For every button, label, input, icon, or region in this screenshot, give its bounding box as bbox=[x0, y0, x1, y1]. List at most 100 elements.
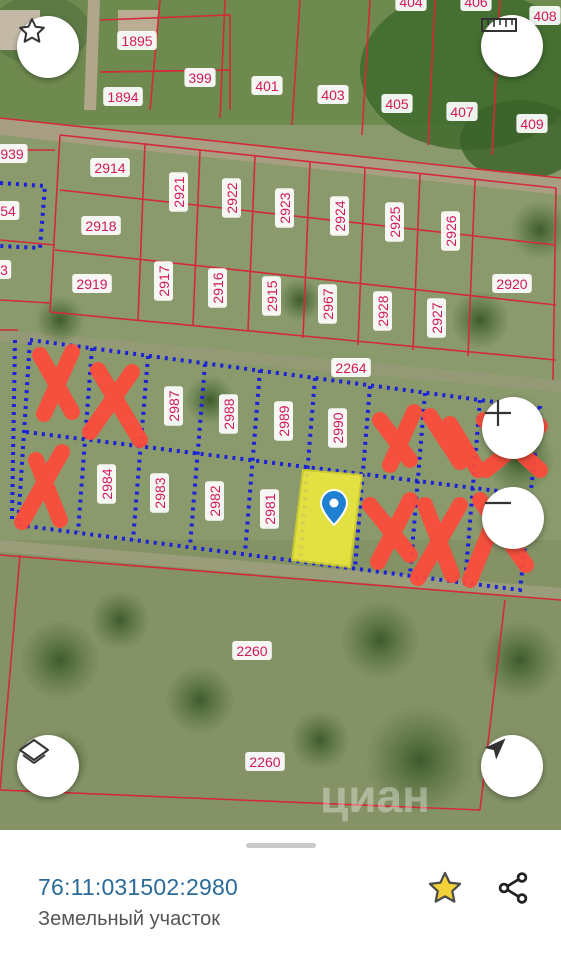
parcel-label: 2922 bbox=[222, 178, 241, 218]
parcel-number: 939 bbox=[0, 146, 24, 162]
share-icon bbox=[498, 872, 528, 904]
parcel-number: 2987 bbox=[166, 390, 182, 421]
parcel-number: 404 bbox=[399, 0, 423, 10]
parcel-label: 2926 bbox=[441, 211, 460, 251]
parcel-number: 2922 bbox=[224, 182, 240, 213]
parcel-number: 2914 bbox=[94, 160, 125, 176]
parcel-label: 407 bbox=[446, 102, 478, 121]
parcel-label: 2927 bbox=[427, 298, 446, 338]
parcel-number: 401 bbox=[255, 78, 279, 94]
parcel-label: 2983 bbox=[150, 473, 169, 513]
parcel-number: 2918 bbox=[85, 218, 116, 234]
parcel-label: 1895 bbox=[117, 31, 157, 50]
parcel-number: 2916 bbox=[210, 272, 226, 303]
parcel-number: 2984 bbox=[99, 468, 115, 499]
parcel-label: 2920 bbox=[492, 274, 532, 293]
zoom-out-button[interactable] bbox=[482, 487, 544, 549]
parcel-number: 2982 bbox=[207, 485, 223, 516]
parcel-number: 2919 bbox=[76, 276, 107, 292]
parcel-number: 2917 bbox=[156, 265, 172, 296]
parcel-label: 2925 bbox=[385, 202, 404, 242]
zoom-in-button[interactable] bbox=[482, 397, 544, 459]
parcel-label: 409 bbox=[516, 114, 548, 133]
favorite-map-button[interactable] bbox=[17, 16, 79, 78]
parcel-type: Земельный участок bbox=[38, 908, 221, 930]
parcel-number: 2260 bbox=[249, 754, 280, 770]
parcel-label: 405 bbox=[381, 94, 413, 113]
locate-button[interactable] bbox=[481, 735, 543, 797]
parcel-number: 2260 bbox=[236, 643, 267, 659]
favorite-button[interactable] bbox=[423, 866, 467, 910]
parcel-label: 2987 bbox=[164, 386, 183, 426]
parcel-label: 404 bbox=[395, 0, 427, 11]
parcel-label: 2923 bbox=[275, 188, 294, 228]
parcel-label: 2982 bbox=[205, 481, 224, 521]
parcel-label: 2260 bbox=[245, 752, 285, 771]
parcel-label: 408 bbox=[529, 6, 561, 25]
parcel-label: 939 bbox=[0, 144, 28, 163]
navigation-arrow-icon bbox=[484, 738, 506, 760]
selected-parcel-2980[interactable] bbox=[290, 468, 364, 569]
parcel-label: 3 bbox=[0, 260, 12, 279]
parcel-info-sheet[interactable]: 76:11:031502:2980 Земельный участок bbox=[0, 830, 561, 960]
parcel-number: 1894 bbox=[107, 89, 138, 105]
parcel-label: 2260 bbox=[232, 641, 272, 660]
layers-button[interactable] bbox=[17, 735, 79, 797]
parcel-number: 2990 bbox=[330, 412, 346, 443]
parcel-label: 406 bbox=[460, 0, 492, 11]
parcel-label: 2914 bbox=[90, 158, 130, 177]
layers-icon bbox=[19, 739, 49, 764]
cadastral-number: 76:11:031502:2980 bbox=[38, 874, 238, 900]
share-button[interactable] bbox=[491, 866, 535, 910]
ruler-button[interactable] bbox=[481, 15, 543, 77]
ruler-icon bbox=[481, 18, 517, 32]
parcel-number: 2927 bbox=[429, 302, 445, 333]
parcel-label: 2921 bbox=[169, 172, 188, 212]
parcel-label: 399 bbox=[184, 68, 216, 87]
parcel-number: 406 bbox=[464, 0, 488, 10]
parcel-number: 2923 bbox=[277, 192, 293, 223]
parcel-number: 409 bbox=[520, 116, 544, 132]
parcel-number: 2925 bbox=[387, 206, 403, 237]
parcel-label: 403 bbox=[317, 85, 349, 104]
parcel-number: 3 bbox=[0, 262, 8, 278]
parcel-label: 2924 bbox=[330, 196, 349, 236]
parcel-label: 2919 bbox=[72, 274, 112, 293]
parcel-number: 1895 bbox=[121, 33, 152, 49]
parcel-label: 2981 bbox=[260, 489, 279, 529]
parcel-label: 2928 bbox=[373, 291, 392, 331]
parcel-number: 2988 bbox=[221, 398, 237, 429]
parcel-number: 399 bbox=[188, 70, 212, 86]
parcel-number: 2921 bbox=[171, 176, 187, 207]
minus-icon bbox=[485, 501, 511, 505]
star-icon bbox=[428, 871, 462, 903]
parcel-number: 2981 bbox=[262, 493, 278, 524]
parcel-label: 2917 bbox=[154, 261, 173, 301]
parcel-number: 403 bbox=[321, 87, 345, 103]
parcel-number: 405 bbox=[385, 96, 409, 112]
parcel-number: 2264 bbox=[335, 360, 366, 376]
parcel-number: 2924 bbox=[332, 200, 348, 231]
map-view[interactable]: 1895 1894 399 401 403 405 407 409 408 406 404 939 29… bbox=[0, 0, 561, 830]
parcel-label: 2990 bbox=[328, 408, 347, 448]
parcel-label: 54 bbox=[0, 201, 20, 220]
parcel-label: 2988 bbox=[219, 394, 238, 434]
parcel-number: 2928 bbox=[375, 295, 391, 326]
star-outline-icon bbox=[19, 18, 45, 43]
parcel-label: 2918 bbox=[81, 216, 121, 235]
parcel-number: 407 bbox=[450, 104, 474, 120]
parcel-label: 2916 bbox=[208, 268, 227, 308]
parcel-label: 401 bbox=[251, 76, 283, 95]
parcel-label: 2967 bbox=[318, 284, 337, 324]
parcel-number: 2915 bbox=[264, 280, 280, 311]
watermark: циан bbox=[320, 770, 430, 822]
parcel-label: 1894 bbox=[103, 87, 143, 106]
parcel-number: 54 bbox=[0, 203, 16, 219]
parcel-number: 2967 bbox=[320, 288, 336, 319]
parcel-label: 2984 bbox=[97, 464, 116, 504]
parcel-number: 2920 bbox=[496, 276, 527, 292]
satellite-map: 1895 1894 399 401 403 405 407 409 408 406 404 939 29… bbox=[0, 0, 561, 830]
parcel-number: 2989 bbox=[276, 405, 292, 436]
sheet-drag-handle[interactable] bbox=[246, 843, 316, 848]
plus-icon bbox=[485, 400, 511, 426]
